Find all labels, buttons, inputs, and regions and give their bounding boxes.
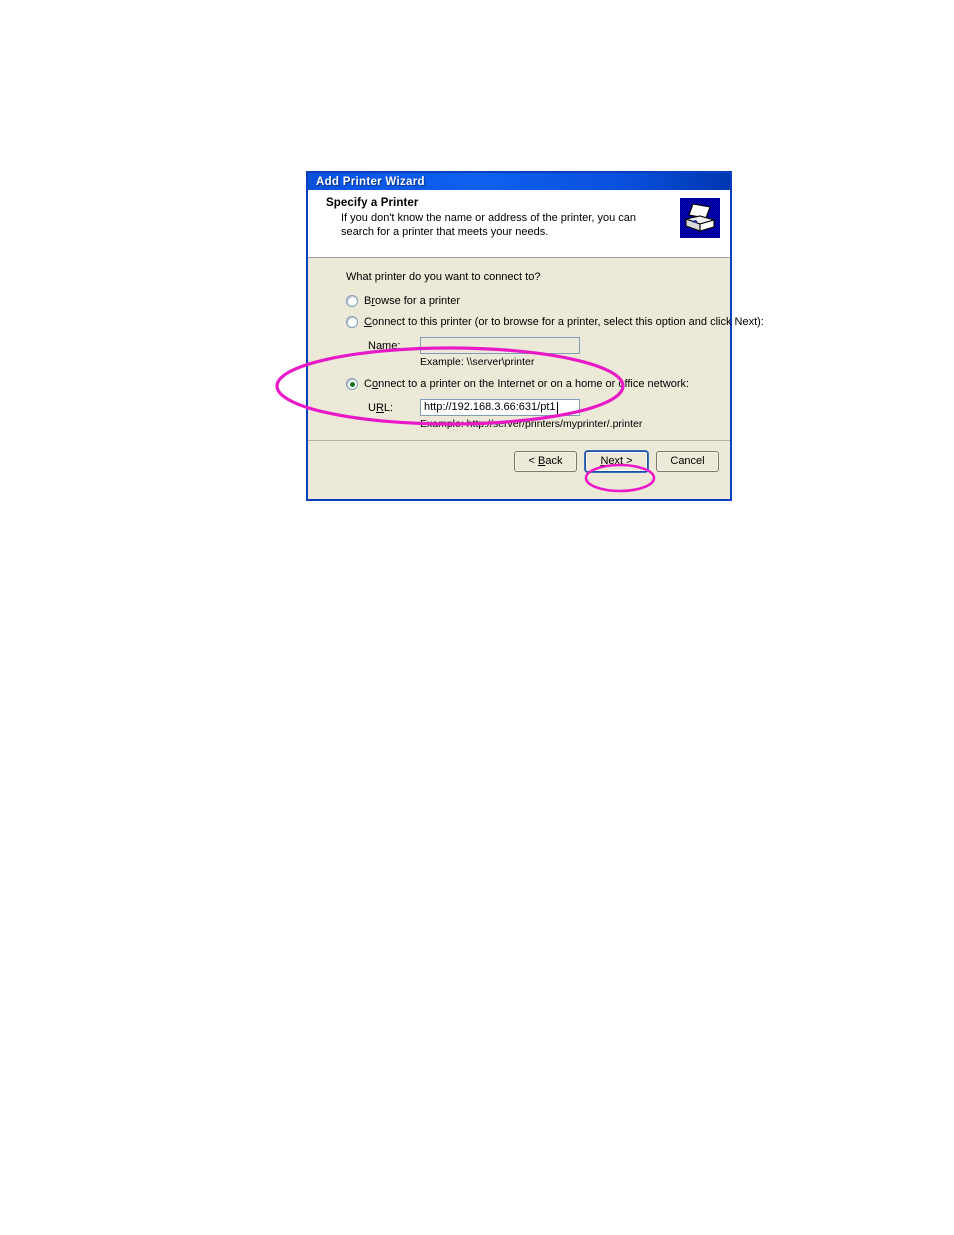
url-field-label: URL: [368,401,394,414]
next-button-label: Next > [600,455,633,467]
name-example-text: Example: \\server\printer [420,356,535,368]
dialog-title: Add Printer Wizard [316,175,425,188]
wizard-header-text: Specify a Printer If you don't know the … [326,197,680,239]
url-example-text: Example: http://server/printers/myprinte… [420,418,643,430]
add-printer-wizard-dialog: Add Printer Wizard Specify a Printer If … [306,171,764,501]
body-question: What printer do you want to connect to? [346,271,541,283]
radio-option-connect-url[interactable]: Connect to a printer on the Internet or … [346,378,730,390]
radio-connect-named-indicator[interactable] [346,316,358,328]
radio-connect-url-indicator[interactable] [346,378,358,390]
cancel-button[interactable]: Cancel [656,450,719,472]
radio-connect-named-label: Connect to this printer (or to browse fo… [364,316,764,328]
printer-icon [680,198,720,238]
page-title: Specify a Printer [326,197,419,209]
radio-option-connect-named[interactable]: Connect to this printer (or to browse fo… [346,316,764,328]
radio-connect-url-label: Connect to a printer on the Internet or … [364,378,690,390]
page-description: If you don't know the name or address of… [341,212,636,238]
back-button[interactable]: < Back [514,450,577,472]
url-input-value: http://192.168.3.66:631/pt1 [424,401,556,413]
next-button[interactable]: Next > [585,450,648,472]
wizard-footer: < Back Next > Cancel [308,440,730,481]
url-input[interactable]: http://192.168.3.66:631/pt1 [420,399,580,416]
radio-browse-indicator[interactable] [346,295,358,307]
name-field-row: Name: [368,337,730,354]
radio-browse-label: Browse for a printer [364,295,460,307]
wizard-body: What printer do you want to connect to? … [308,258,764,440]
dialog-titlebar: Add Printer Wizard [306,171,732,190]
text-caret [556,401,558,414]
back-button-label: < Back [528,455,563,467]
name-input[interactable] [420,337,580,354]
url-field-row: URL: http://192.168.3.66:631/pt1 [368,399,730,416]
cancel-button-label: Cancel [670,455,705,467]
wizard-header: Specify a Printer If you don't know the … [308,190,730,258]
radio-option-browse[interactable]: Browse for a printer [346,295,730,307]
name-field-label: Name: [368,339,401,352]
